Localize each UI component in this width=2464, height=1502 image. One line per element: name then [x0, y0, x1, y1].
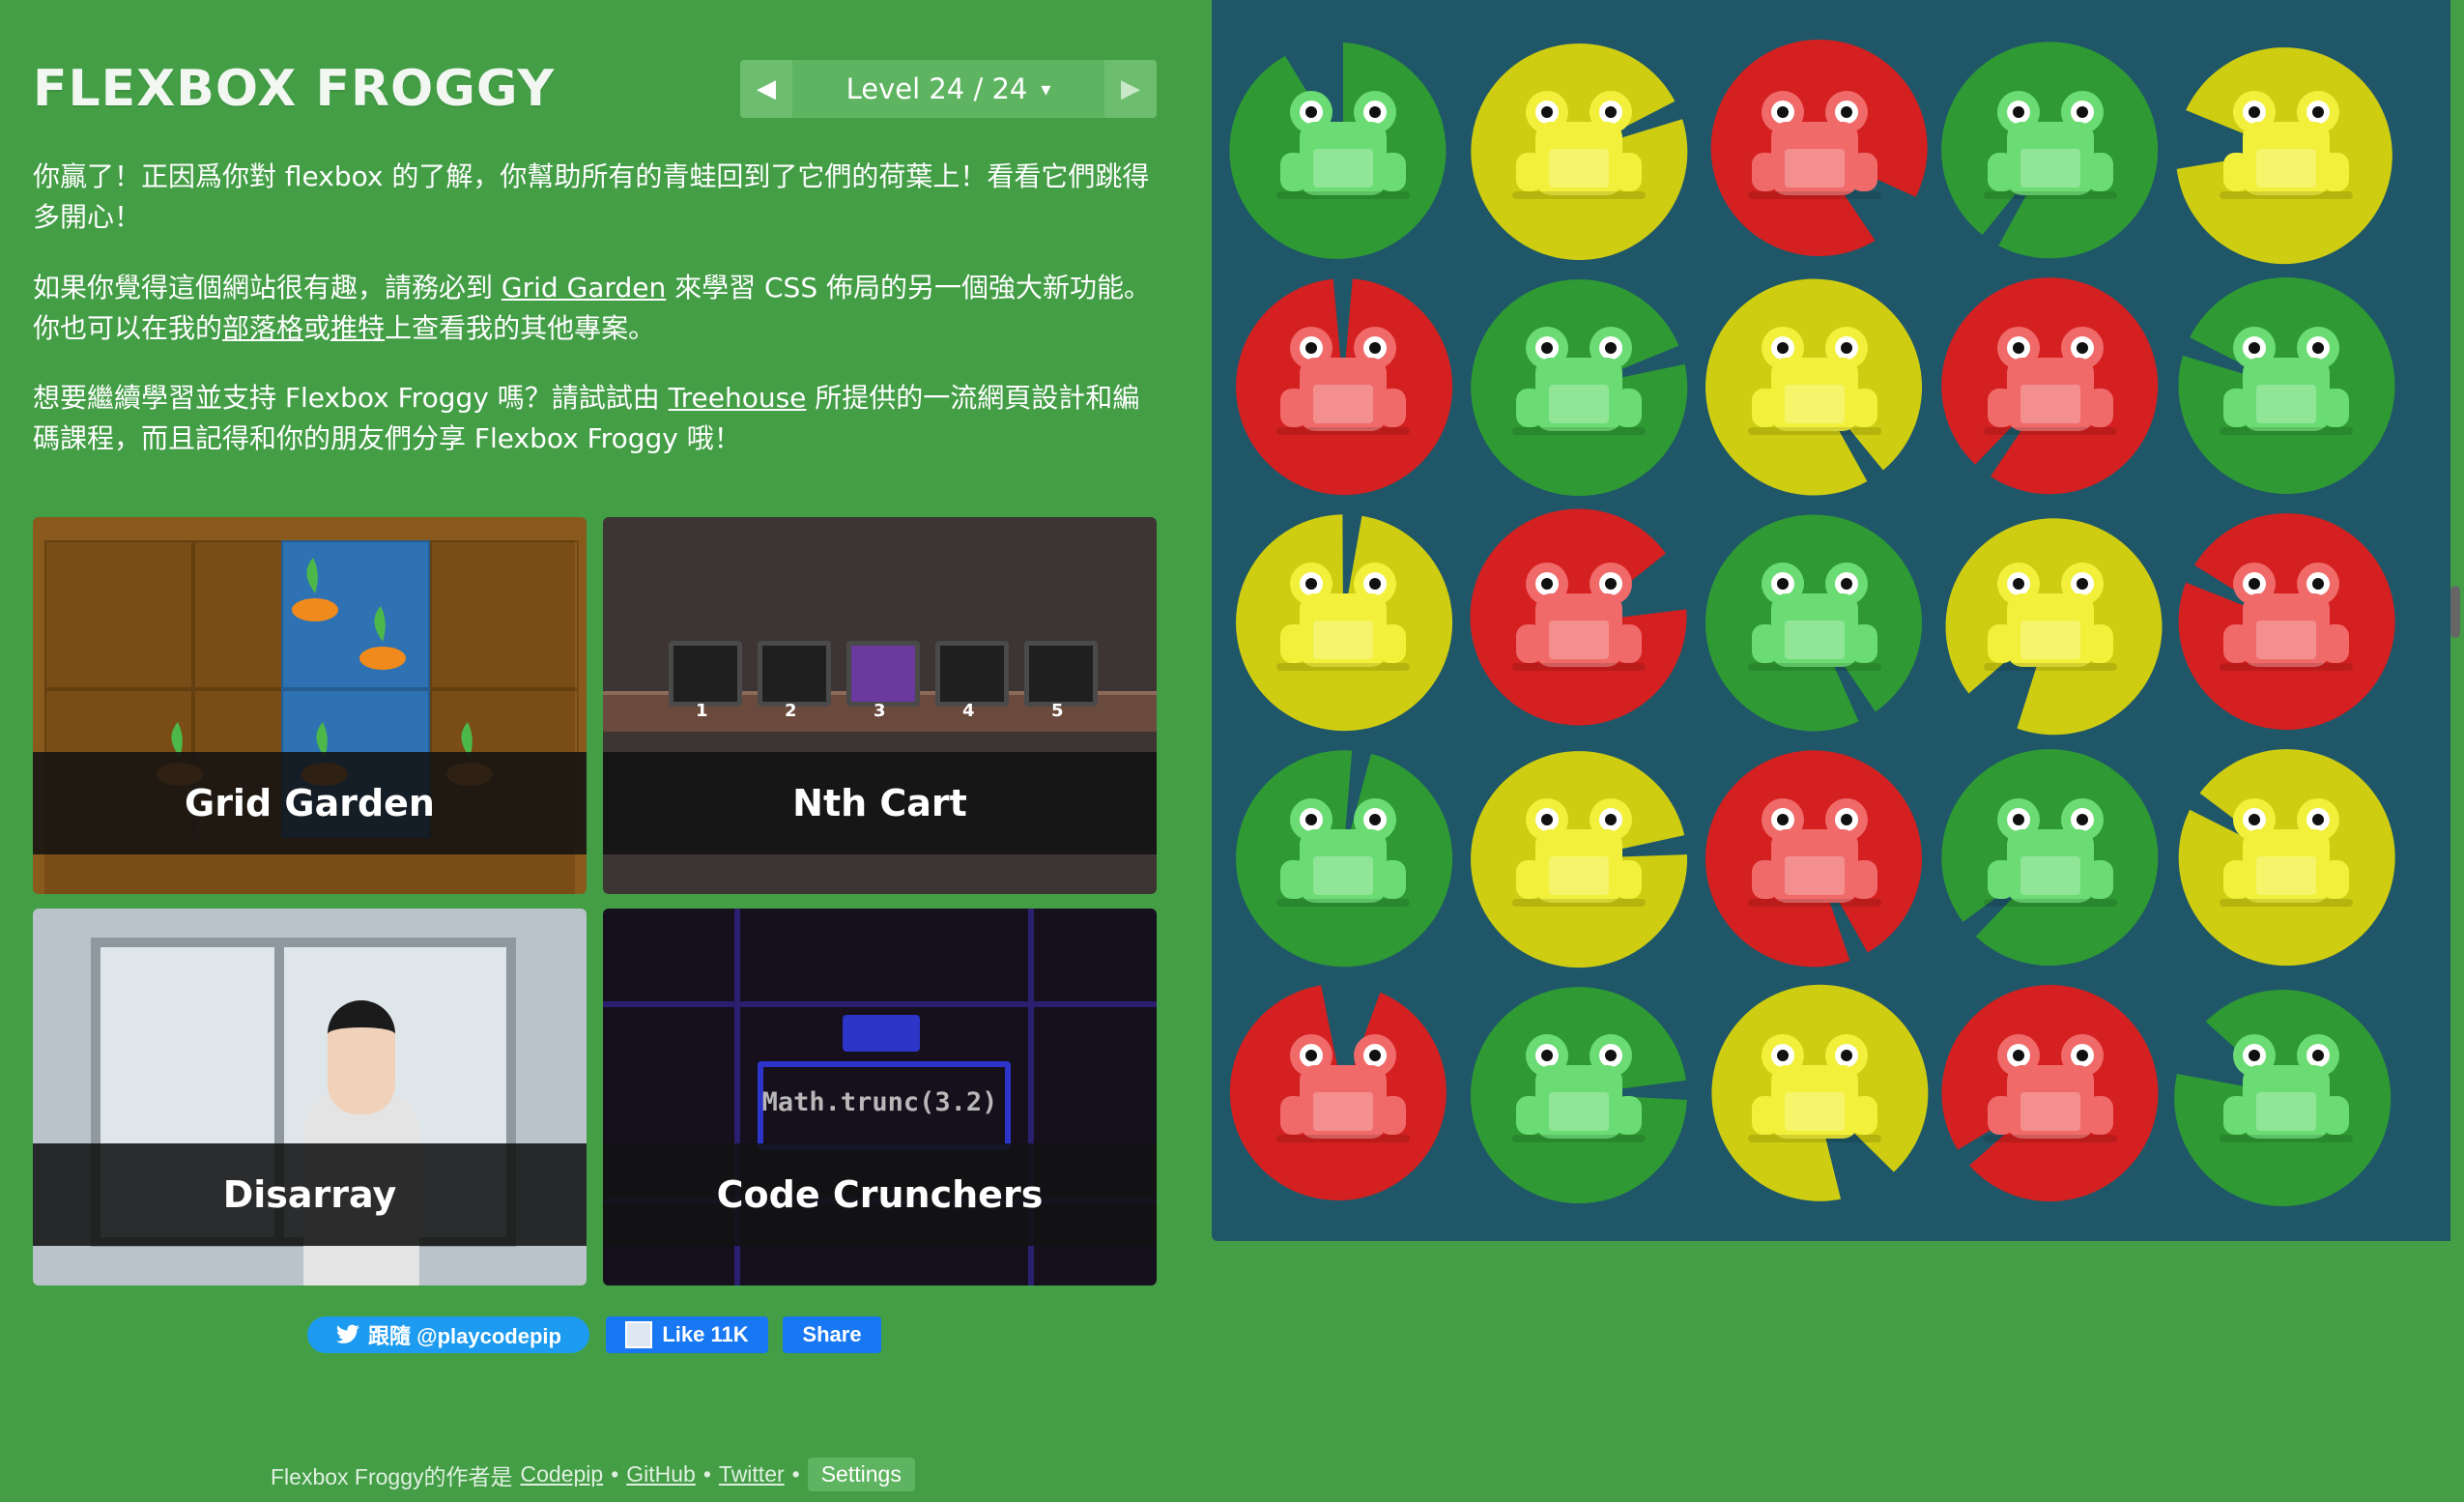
footer-separator: • [791, 1461, 800, 1487]
cart-crystal-icon [846, 641, 920, 707]
person-head [328, 1000, 395, 1114]
pond-grid [1225, 33, 2423, 1218]
frog-green-icon [2220, 327, 2353, 435]
cart-number: 5 [1051, 701, 1064, 721]
promo-text: 如果你覺得這個網站很有趣，請務必到 [33, 272, 501, 303]
treehouse-link[interactable]: Treehouse [669, 382, 807, 414]
previous-level-button[interactable]: ◀ [740, 60, 792, 118]
twitter-bird-icon [336, 1324, 359, 1343]
grid-garden-promo: 如果你覺得這個網站很有趣，請務必到 Grid Garden 來學習 CSS 佈局… [33, 268, 1157, 349]
level-navigator: ◀ Level 24 / 24 ▾ ▶ [740, 60, 1157, 118]
frog-yellow-icon [1276, 563, 1410, 671]
pond [1212, 0, 2450, 1241]
caret-down-icon: ▾ [1041, 77, 1051, 101]
frog-green-icon [1984, 798, 2117, 907]
frog-yellow-icon [1748, 327, 1881, 435]
frog-green-icon [1512, 327, 1646, 435]
carrot-icon [359, 606, 406, 670]
level-label: Level 24 / 24 [845, 72, 1028, 105]
twitter-follow-label: 跟隨 @playcodepip [368, 1324, 561, 1348]
arrow-left-icon: ◀ [757, 74, 776, 103]
frog-red-icon [1748, 798, 1881, 907]
game-card-title: Nth Cart [603, 752, 1157, 854]
frog-yellow-icon [1984, 563, 2117, 671]
image-icon [625, 1321, 653, 1348]
frog-yellow-icon [1748, 1034, 1881, 1142]
twitter-footer-link[interactable]: Twitter [719, 1461, 785, 1488]
frog-green-icon [1276, 798, 1410, 907]
game-card-title: Code Crunchers [603, 1143, 1157, 1246]
promo-text: 想要繼續學習並支持 Flexbox Froggy 嗎？請試試由 [33, 382, 669, 414]
game-card-title: Disarray [33, 1143, 587, 1246]
grid-garden-link[interactable]: Grid Garden [501, 272, 666, 303]
twitter-follow-button[interactable]: 跟隨 @playcodepip [307, 1316, 589, 1353]
cart-number: 4 [962, 701, 975, 721]
facebook-like-label: Like 11K [662, 1322, 749, 1346]
codepip-link[interactable]: Codepip [521, 1461, 604, 1488]
frog-green-icon [1512, 1034, 1646, 1142]
scrollbar-thumb[interactable] [2450, 586, 2460, 638]
game-card-grid-garden[interactable]: Grid Garden [33, 517, 587, 894]
frog-red-icon [1512, 563, 1646, 671]
frog-green-icon [1748, 563, 1881, 671]
cart-icon [1024, 641, 1098, 707]
footer-separator: • [702, 1461, 711, 1487]
page-title: FLEXBOX FROGGY [33, 60, 556, 118]
frog-green-icon [1276, 91, 1410, 199]
frog-red-icon [2220, 563, 2353, 671]
carrot-icon [292, 558, 338, 621]
frog-red-icon [1276, 1034, 1410, 1142]
garden-cell [44, 540, 193, 689]
game-card-disarray[interactable]: Disarray [33, 909, 587, 1285]
footer-separator: • [611, 1461, 619, 1487]
promo-text: 或 [303, 312, 331, 344]
frog-red-icon [1748, 91, 1881, 199]
cart-number: 3 [874, 701, 886, 721]
github-link[interactable]: GitHub [626, 1461, 696, 1488]
frog-yellow-icon [2220, 798, 2353, 907]
win-message: 你贏了！正因爲你對 flexbox 的了解，你幫助所有的青蛙回到了它們的荷葉上！… [33, 160, 1150, 233]
facebook-like-button[interactable]: Like 11K [606, 1316, 768, 1353]
next-level-button[interactable]: ▶ [1104, 60, 1157, 118]
facebook-share-label: Share [802, 1322, 862, 1346]
garden-cell [430, 540, 579, 689]
treehouse-promo: 想要繼續學習並支持 Flexbox Froggy 嗎？請試試由 Treehous… [33, 378, 1157, 459]
frog-green-icon [1984, 91, 2117, 199]
facebook-share-button[interactable]: Share [783, 1316, 881, 1353]
level-dropdown[interactable]: Level 24 / 24 ▾ [792, 60, 1104, 118]
promo-text: 上查看我的其他專案。 [385, 312, 656, 344]
twitter-link[interactable]: 推特 [330, 312, 385, 344]
code-snippet: Math.trunc(3.2) [761, 1087, 998, 1117]
settings-button[interactable]: Settings [807, 1458, 915, 1491]
frog-green-icon [2220, 1034, 2353, 1142]
frog-red-icon [1984, 1034, 2117, 1142]
cart-icon [758, 641, 831, 707]
robot-icon [843, 1015, 920, 1052]
cart-number: 2 [785, 701, 797, 721]
footer: Flexbox Froggy的作者是 Codepip • GitHub • Tw… [271, 1458, 915, 1491]
game-card-code-crunchers[interactable]: Math.trunc(3.2) Code Crunchers [603, 909, 1157, 1285]
cart-icon [935, 641, 1009, 707]
blog-link[interactable]: 部落格 [222, 312, 303, 344]
frog-yellow-icon [1512, 798, 1646, 907]
frog-yellow-icon [1512, 91, 1646, 199]
page-edge [2450, 0, 2464, 1502]
game-card-title: Grid Garden [33, 752, 587, 854]
cart-number: 1 [696, 701, 708, 721]
grid-line [603, 1001, 1157, 1007]
arrow-right-icon: ▶ [1121, 74, 1140, 103]
frog-red-icon [1984, 327, 2117, 435]
frog-red-icon [1276, 327, 1410, 435]
cart-icon [669, 641, 742, 707]
footer-credit: Flexbox Froggy的作者是 [271, 1463, 513, 1489]
frog-yellow-icon [2220, 91, 2353, 199]
game-card-nth-cart[interactable]: 1 2 3 4 5 Nth Cart [603, 517, 1157, 894]
